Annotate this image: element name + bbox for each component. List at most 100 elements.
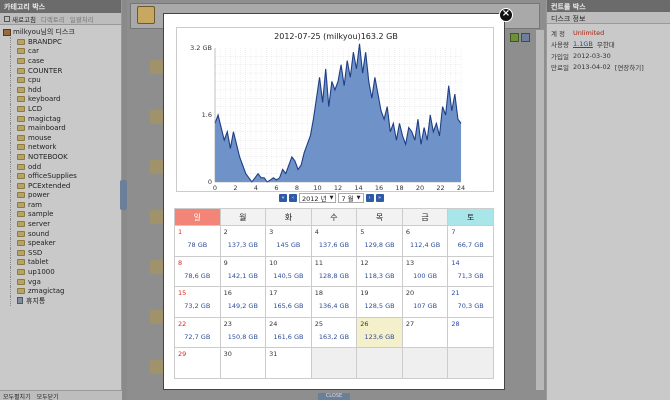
day-usage: 161,6 GB bbox=[273, 332, 304, 341]
day-usage: 136,4 GB bbox=[318, 302, 350, 310]
folder-label: car bbox=[28, 47, 40, 56]
folder-item[interactable]: officeSupplies bbox=[3, 171, 118, 181]
folder-item[interactable]: network bbox=[3, 142, 118, 153]
day-number: 12 bbox=[360, 258, 369, 267]
folder-item[interactable]: odd bbox=[3, 161, 118, 172]
folder-item[interactable]: SSD bbox=[3, 248, 118, 258]
folder-icon bbox=[17, 221, 25, 228]
folder-item[interactable]: case bbox=[3, 56, 118, 66]
tree-root[interactable]: milkyou님의 디스크 bbox=[3, 27, 118, 37]
info-key: 만료일 bbox=[551, 64, 569, 73]
calendar-day[interactable]: 20 107 GB bbox=[401, 286, 449, 318]
calendar-day[interactable]: 16 149,2 GB bbox=[219, 286, 267, 318]
calendar-day[interactable]: 12 118,3 GB bbox=[356, 255, 403, 287]
folder-item[interactable]: up1000 bbox=[3, 267, 118, 277]
calendar-day[interactable]: 8 78,6 GB bbox=[174, 255, 221, 287]
folder-item[interactable]: keyboard bbox=[3, 94, 118, 105]
day-usage: 71,3 GB bbox=[457, 271, 484, 280]
calendar-day[interactable]: 23 150,8 GB bbox=[219, 316, 267, 348]
day-number: 23 bbox=[223, 319, 232, 328]
next-page-button[interactable]: › bbox=[365, 194, 374, 202]
folder-item[interactable]: car bbox=[3, 46, 118, 57]
sidebar-toggle-handle[interactable] bbox=[120, 180, 127, 210]
folder-item[interactable]: cpu bbox=[3, 75, 118, 85]
calendar-day[interactable]: 22 72,7 GB bbox=[174, 316, 221, 348]
grid-view-icon[interactable] bbox=[510, 33, 519, 42]
prev-page-button[interactable]: ‹ bbox=[289, 194, 297, 202]
calendar-day[interactable]: 26 123,6 GB bbox=[356, 316, 403, 348]
expand-all-button[interactable]: 모두펼치기 bbox=[3, 392, 31, 400]
folder-item[interactable]: vga bbox=[3, 276, 118, 287]
folder-item[interactable]: mouse bbox=[3, 132, 118, 143]
tab-directory[interactable]: 디렉토리 bbox=[41, 14, 65, 24]
calendar-day[interactable]: 3 145 GB bbox=[265, 225, 312, 257]
calendar-day[interactable]: 15 73,2 GB bbox=[174, 286, 221, 318]
info-value: Unlimited bbox=[573, 28, 605, 37]
bottom-close-tab[interactable]: CLOSE bbox=[318, 393, 350, 400]
day-number: 18 bbox=[314, 289, 323, 297]
day-usage: 107 GB bbox=[413, 302, 438, 310]
folder-icon bbox=[17, 173, 25, 180]
calendar-day[interactable]: 1 78 GB bbox=[174, 225, 221, 257]
trash-item[interactable]: 휴지통 bbox=[3, 296, 118, 306]
calendar-day[interactable]: 9 142,1 GB bbox=[219, 255, 267, 287]
calendar-day[interactable]: 6 112,4 GB bbox=[401, 225, 449, 257]
last-page-button[interactable]: » bbox=[375, 194, 384, 202]
weekday-header: 일 bbox=[174, 208, 221, 226]
year-select[interactable]: 2012 년 ▼ bbox=[299, 193, 337, 203]
scrollbar[interactable] bbox=[536, 30, 544, 390]
first-page-button[interactable]: « bbox=[279, 194, 287, 202]
folder-item[interactable]: tablet bbox=[3, 257, 118, 268]
close-button[interactable]: × bbox=[499, 8, 513, 22]
x-tick-label: 2 bbox=[233, 184, 237, 192]
folder-item[interactable]: power bbox=[3, 190, 118, 201]
calendar-day[interactable]: 18 136,4 GB bbox=[310, 286, 358, 318]
collapse-all-button[interactable]: 모두닫기 bbox=[37, 392, 59, 400]
calendar-day[interactable]: 25 163,2 GB bbox=[310, 316, 358, 348]
calendar-day[interactable]: 17 165,6 GB bbox=[265, 286, 312, 318]
day-usage: 137,6 GB bbox=[318, 241, 350, 249]
folder-item[interactable]: zmagictag bbox=[3, 286, 118, 296]
calendar-day[interactable]: 14 71,3 GB bbox=[447, 255, 494, 287]
calendar-day[interactable]: 7 66,7 GB bbox=[447, 225, 494, 257]
folder-item[interactable]: sound bbox=[3, 228, 118, 239]
folder-item[interactable]: hdd bbox=[3, 84, 118, 95]
usage-chart: 2012-07-25 (milkyou)163.2 GB 0 2 4 6 8 10 12 14… bbox=[176, 27, 494, 192]
refresh-button[interactable]: 새로고침 bbox=[4, 14, 36, 24]
day-number: 7 bbox=[451, 228, 456, 236]
folder-item[interactable]: ram bbox=[3, 200, 118, 210]
tab-batch[interactable]: 일괄처리 bbox=[70, 14, 94, 24]
calendar-day[interactable]: 29 bbox=[174, 347, 221, 379]
calendar-day[interactable]: 5 129,8 GB bbox=[356, 225, 403, 257]
folder-item[interactable]: LCD bbox=[3, 104, 118, 114]
folder-item[interactable]: PCExtended bbox=[3, 180, 118, 191]
folder-item[interactable]: NOTEBOOK bbox=[3, 152, 118, 162]
calendar-day[interactable]: 10 140,5 GB bbox=[265, 255, 312, 287]
calendar-day[interactable]: 4 137,6 GB bbox=[310, 225, 358, 257]
folder-item[interactable]: BRANDPC bbox=[3, 37, 118, 47]
folder-label: COUNTER bbox=[28, 66, 63, 75]
calendar-day[interactable]: 13 100 GB bbox=[401, 255, 449, 287]
folder-item[interactable]: magictag bbox=[3, 113, 118, 124]
folder-item[interactable]: sample bbox=[3, 209, 118, 220]
folder-item[interactable]: COUNTER bbox=[3, 65, 118, 76]
calendar-day[interactable]: 24 161,6 GB bbox=[265, 316, 312, 348]
folder-item[interactable]: speaker bbox=[3, 238, 118, 248]
folder-item[interactable]: mainboard bbox=[3, 123, 118, 133]
folder-item[interactable]: server bbox=[3, 219, 118, 229]
calendar-day[interactable]: 27 bbox=[401, 316, 449, 348]
calendar-day[interactable]: 19 128,5 GB bbox=[356, 286, 403, 318]
calendar-day[interactable]: 2 137,3 GB bbox=[219, 225, 267, 257]
day-usage: 70,3 GB bbox=[457, 302, 484, 310]
folder-icon bbox=[17, 115, 25, 122]
calendar-day[interactable]: 30 bbox=[219, 347, 267, 379]
info-extra[interactable]: 무한대 bbox=[597, 39, 615, 49]
info-extra[interactable]: [연장하기] bbox=[615, 62, 644, 72]
calendar-day[interactable]: 21 70,3 GB bbox=[447, 286, 494, 318]
calendar-day[interactable]: 28 bbox=[447, 316, 494, 348]
day-number: 4 bbox=[314, 228, 319, 236]
calendar-day[interactable]: 31 bbox=[265, 347, 312, 379]
month-select[interactable]: 7 월 ▼ bbox=[338, 193, 364, 203]
list-view-icon[interactable] bbox=[521, 33, 530, 42]
calendar-day[interactable]: 11 128,8 GB bbox=[310, 255, 358, 287]
